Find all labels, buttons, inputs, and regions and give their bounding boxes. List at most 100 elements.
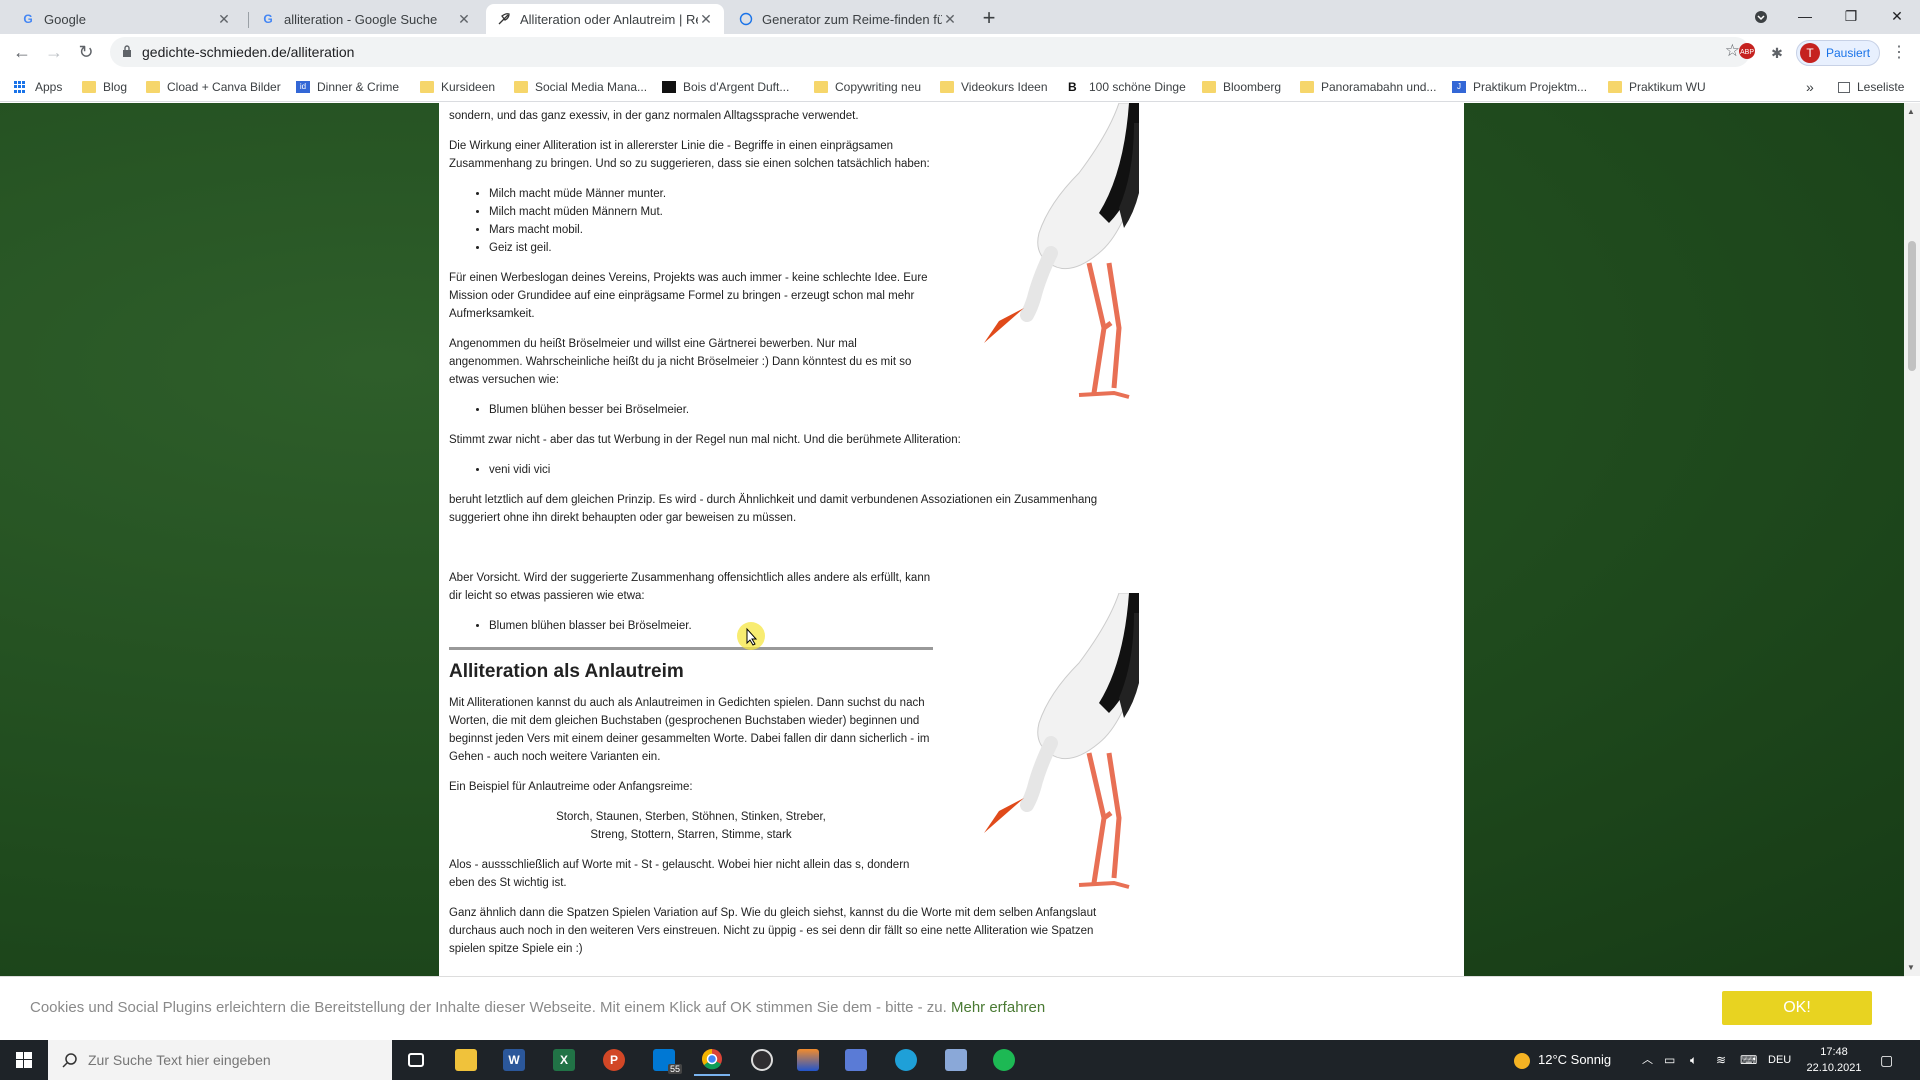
cookie-ok-button[interactable]: OK! [1722, 991, 1872, 1025]
profile-button[interactable]: T Pausiert [1796, 40, 1880, 66]
close-icon[interactable]: ✕ [942, 11, 958, 27]
avatar: T [1800, 43, 1820, 63]
bookmark-cload-canva[interactable]: Cload + Canva Bilder [146, 78, 281, 96]
profile-status: Pausiert [1826, 46, 1871, 60]
bookmark-bloomberg[interactable]: Bloomberg [1202, 78, 1281, 96]
tab-reime-generator[interactable]: Generator zum Reime-finden für ✕ [728, 4, 968, 34]
taskbar-search[interactable] [48, 1040, 392, 1080]
new-tab-button[interactable]: + [976, 6, 1002, 32]
bookmark-social-media[interactable]: Social Media Mana... [514, 78, 647, 96]
scroll-down-icon[interactable]: ▼ [1907, 963, 1915, 972]
address-bar[interactable]: ☆ [110, 37, 1750, 67]
mail-icon[interactable]: 55 [646, 1044, 682, 1076]
bookmarks-overflow-button[interactable]: » [1806, 78, 1814, 96]
chevron-up-icon[interactable]: ︿ [1642, 1040, 1653, 1080]
example-list: veni vidi vici [489, 461, 1149, 479]
app-icon[interactable] [938, 1044, 974, 1076]
chrome-icon[interactable] [694, 1044, 730, 1076]
tab-title: alliteration - Google Suche [284, 11, 438, 27]
keyboard-icon[interactable]: ⌨︎ [1740, 1040, 1757, 1080]
taskbar-search-input[interactable] [88, 1052, 368, 1068]
reading-list-icon [1838, 81, 1850, 93]
bookmark-100-dinge[interactable]: B 100 schöne Dinge [1068, 78, 1186, 96]
folder-icon [940, 81, 954, 93]
tab-search-icon[interactable] [1738, 0, 1784, 34]
close-icon[interactable]: ✕ [698, 11, 714, 27]
scrollbar-thumb[interactable] [1908, 241, 1916, 371]
bookmark-dinner-crime[interactable]: id Dinner & Crime [296, 78, 399, 96]
paragraph: Ein Beispiel für Anlautreime oder Anfang… [449, 781, 693, 793]
back-button[interactable]: ← [8, 38, 36, 66]
paragraph: Mit Alliterationen kannst du auch als An… [449, 697, 930, 763]
task-view-icon[interactable] [398, 1044, 434, 1076]
svg-text:ABP: ABP [1740, 49, 1754, 56]
start-button[interactable] [0, 1040, 48, 1080]
paragraph: Die Wirkung einer Alliteration ist in al… [449, 140, 930, 170]
wifi-icon[interactable]: ≋ [1716, 1040, 1726, 1080]
close-window-button[interactable]: ✕ [1874, 0, 1920, 34]
site-icon [662, 81, 676, 93]
app-icon[interactable] [790, 1044, 826, 1076]
url-input[interactable] [142, 42, 1642, 62]
folder-icon [1300, 81, 1314, 93]
folder-icon [514, 81, 528, 93]
edge-icon[interactable] [888, 1044, 924, 1076]
poem-line: Streng, Stottern, Starren, Stimme, stark [590, 829, 792, 841]
bookmark-praktikum-projektm[interactable]: J Praktikum Projektm... [1452, 78, 1587, 96]
folder-icon [146, 81, 160, 93]
bookmark-videokurs[interactable]: Videokurs Ideen [940, 78, 1048, 96]
page-viewport: sondern, und das ganz exessiv, in der ga… [0, 103, 1904, 976]
tab-alliteration[interactable]: Alliteration oder Anlautreim | Re ✕ [486, 4, 724, 34]
bookmark-copywriting[interactable]: Copywriting neu [814, 78, 921, 96]
powerpoint-icon[interactable]: P [596, 1044, 632, 1076]
file-explorer-icon[interactable] [448, 1044, 484, 1076]
notification-icon[interactable]: ▢ [1880, 1040, 1893, 1080]
obs-icon[interactable] [744, 1044, 780, 1076]
bookmark-panoramabahn[interactable]: Panoramabahn und... [1300, 78, 1436, 96]
paragraph: Angenommen du heißt Bröselmeier und will… [449, 338, 912, 386]
tab-google-search[interactable]: G alliteration - Google Suche ✕ [250, 4, 482, 34]
example-list: Blumen blühen besser bei Bröselmeier. [489, 401, 1149, 419]
menu-kebab-icon[interactable]: ⋮ [1888, 42, 1910, 64]
paragraph: sondern, und das ganz exessiv, in der ga… [449, 110, 859, 122]
puzzle-icon[interactable]: ✱ [1766, 42, 1788, 64]
close-icon[interactable]: ✕ [216, 11, 232, 27]
reload-button[interactable]: ↻ [72, 38, 100, 66]
bookmark-blog[interactable]: Blog [82, 78, 127, 96]
weather-widget[interactable]: 12°C Sonnig [1514, 1040, 1611, 1080]
bookmark-kursideen[interactable]: Kursideen [420, 78, 495, 96]
spotify-icon[interactable] [986, 1044, 1022, 1076]
bookmark-bois-dargent[interactable]: Bois d'Argent Duft... [662, 78, 789, 96]
list-item: Blumen blühen besser bei Bröselmeier. [489, 401, 1149, 419]
tab-google[interactable]: G Google ✕ [10, 4, 242, 34]
language-indicator[interactable]: DEU [1768, 1040, 1791, 1080]
forward-button[interactable]: → [40, 38, 68, 66]
paragraph: beruht letztlich auf dem gleichen Prinzi… [449, 494, 1098, 524]
bookmark-praktikum-wu[interactable]: Praktikum WU [1608, 78, 1706, 96]
google-icon: G [263, 12, 273, 26]
excel-icon[interactable]: X [546, 1044, 582, 1076]
word-icon[interactable]: W [496, 1044, 532, 1076]
tab-separator [248, 12, 249, 28]
paragraph: Für einen Werbeslogan deines Vereins, Pr… [449, 272, 928, 320]
volume-icon[interactable]: 🔈︎ [1690, 1040, 1697, 1080]
more-info-link[interactable]: Mehr erfahren [951, 999, 1045, 1016]
network-icon[interactable]: ▭ [1664, 1040, 1675, 1080]
app-icon[interactable] [838, 1044, 874, 1076]
minimize-button[interactable]: — [1782, 0, 1828, 34]
scroll-up-icon[interactable]: ▲ [1907, 107, 1915, 116]
paragraph: Aber Vorsicht. Wird der suggerierte Zusa… [449, 572, 931, 602]
close-icon[interactable]: ✕ [456, 11, 472, 27]
globe-icon [738, 11, 754, 27]
sun-icon [1514, 1052, 1530, 1069]
tab-title: Alliteration oder Anlautreim | Re [520, 11, 698, 27]
page-scrollbar[interactable]: ▲ ▼ [1904, 103, 1920, 976]
folder-icon [1608, 81, 1622, 93]
restore-button[interactable]: ❐ [1828, 0, 1874, 34]
divider [449, 647, 933, 650]
reading-list-button[interactable]: Leseliste [1838, 78, 1904, 96]
bookmark-apps[interactable]: Apps [14, 78, 62, 96]
extension-icon[interactable]: ABP [1736, 42, 1758, 64]
system-clock[interactable]: 17:48 22.10.2021 [1794, 1044, 1874, 1076]
